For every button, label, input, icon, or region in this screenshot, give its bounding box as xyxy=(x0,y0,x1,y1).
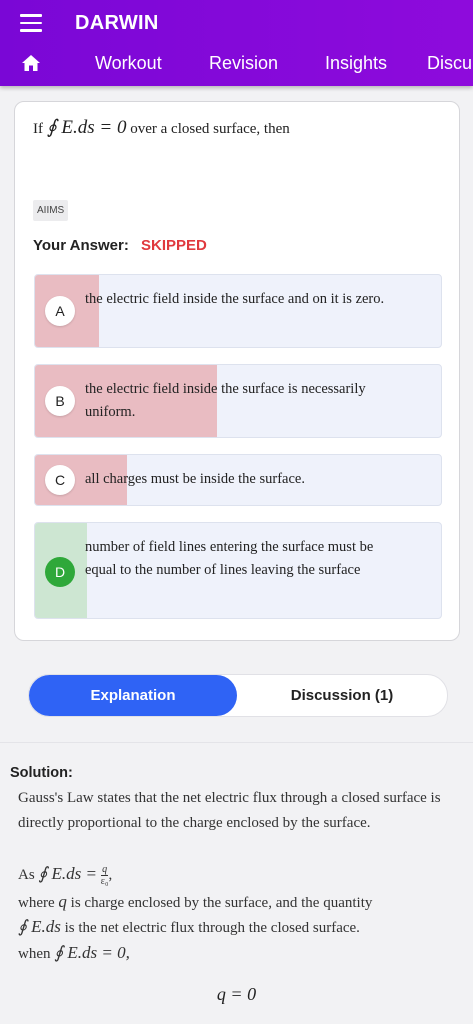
solution-paragraph: Gauss's Law states that the net electric… xyxy=(18,790,441,831)
explanation-tab[interactable]: Explanation xyxy=(29,675,237,716)
question-math: ∮ E.ds = 0 xyxy=(46,117,127,138)
option-d-letter: D xyxy=(45,557,75,587)
tab-insights[interactable]: Insights xyxy=(325,53,387,74)
question-text: If ∮ E.ds = 0 over a closed surface, the… xyxy=(33,116,290,139)
solution-where-line: where q is charge enclosed by the surfac… xyxy=(18,889,458,916)
option-b-letter: B xyxy=(45,386,75,416)
tab-revision[interactable]: Revision xyxy=(209,53,278,74)
tab-discuss[interactable]: Discu xyxy=(427,53,472,74)
where-q: q xyxy=(58,892,67,911)
option-a[interactable]: A the electric field inside the surface … xyxy=(34,274,442,348)
solution-flux-line: ∮ E.ds is the net electric flux through … xyxy=(18,914,458,941)
option-b[interactable]: B the electric field inside the surface … xyxy=(34,364,442,438)
solution-as-line: As ∮ E.ds = q ε₀ , xyxy=(18,861,458,888)
where-prefix: where xyxy=(18,895,55,911)
result-math: q = 0 xyxy=(216,984,257,1004)
option-d-text: number of field lines entering the surfa… xyxy=(85,539,374,578)
option-c[interactable]: C all charges must be inside the surface… xyxy=(34,454,442,506)
your-answer-label: Your Answer: xyxy=(33,237,129,254)
discussion-tab[interactable]: Discussion (1) xyxy=(237,675,447,716)
flux-math: ∮ E.ds xyxy=(18,917,61,936)
exam-tag: AIIMS xyxy=(33,200,69,221)
menu-icon[interactable] xyxy=(20,14,42,32)
option-c-text: all charges must be inside the surface. xyxy=(85,471,305,487)
question-prefix: If xyxy=(33,121,43,137)
flux-rest: is the net electric flux through the clo… xyxy=(64,920,360,936)
section-divider xyxy=(0,742,473,743)
where-rest: is charge enclosed by the surface, and t… xyxy=(70,895,373,911)
solution-when-line: when ∮ E.ds = 0, xyxy=(18,940,458,967)
solution-result: q = 0 xyxy=(0,984,473,1005)
solution-label: Solution: xyxy=(10,765,73,781)
option-c-letter: C xyxy=(45,465,75,495)
question-card: If ∮ E.ds = 0 over a closed surface, the… xyxy=(14,101,460,641)
app-bar: DARWIN Workout Revision Insights Discu xyxy=(0,0,473,86)
option-a-text: the electric field inside the surface an… xyxy=(85,291,385,307)
as-math: ∮ E.ds = xyxy=(38,864,98,883)
explanation-discussion-toggle: Explanation Discussion (1) xyxy=(28,674,448,717)
option-b-text: the electric field inside the surface is… xyxy=(85,381,366,420)
tab-workout[interactable]: Workout xyxy=(95,53,162,74)
home-icon[interactable] xyxy=(22,55,40,71)
option-a-letter: A xyxy=(45,296,75,326)
option-d[interactable]: D number of field lines entering the sur… xyxy=(34,522,442,619)
as-prefix: As xyxy=(18,867,35,883)
question-suffix: over a closed surface, then xyxy=(130,121,290,137)
when-math: ∮ E.ds = 0, xyxy=(54,943,130,962)
when-prefix: when xyxy=(18,946,51,962)
app-title: DARWIN xyxy=(75,12,159,34)
your-answer-value: SKIPPED xyxy=(141,237,207,254)
as-comma: , xyxy=(108,867,113,883)
